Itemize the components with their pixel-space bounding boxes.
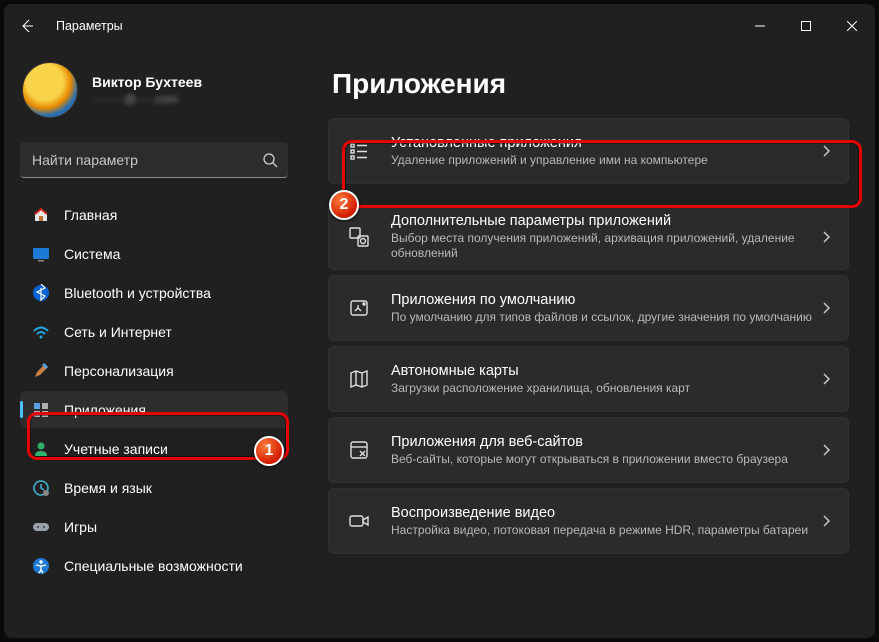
sidebar-item-a11y[interactable]: Специальные возможности — [20, 547, 288, 584]
minimize-button[interactable] — [737, 10, 783, 42]
chevron-right-icon — [822, 515, 830, 527]
sidebar-item-acct[interactable]: Учетные записи — [20, 430, 288, 467]
sidebar-item-label: Приложения — [64, 402, 146, 418]
titlebar: Параметры — [4, 4, 875, 48]
sidebar-item-label: Сеть и Интернет — [64, 324, 172, 340]
card-subtitle: Удаление приложений и управление ими на … — [391, 153, 822, 168]
arrow-left-icon — [19, 18, 35, 34]
account-icon — [32, 440, 50, 458]
card-subtitle: Настройка видео, потоковая передача в ре… — [391, 523, 822, 538]
sidebar-item-label: Главная — [64, 207, 117, 223]
card-subtitle: Загрузки расположение хранилища, обновле… — [391, 381, 822, 396]
chevron-right-icon — [822, 231, 830, 243]
settings-card-websites[interactable]: Приложения для веб-сайтов Веб-сайты, кото… — [328, 417, 849, 483]
chevron-right-icon — [822, 302, 830, 314]
back-button[interactable] — [4, 4, 50, 48]
search-icon — [262, 152, 278, 168]
close-button[interactable] — [829, 10, 875, 42]
list-icon — [345, 140, 373, 162]
card-title: Приложения для веб-сайтов — [391, 434, 822, 450]
home-icon — [32, 206, 50, 224]
settings-card-video[interactable]: Воспроизведение видео Настройка видео, по… — [328, 488, 849, 554]
card-title: Воспроизведение видео — [391, 505, 822, 521]
maximize-icon — [801, 21, 811, 31]
profile-section[interactable]: Виктор Бухтеев ········@····.com — [20, 48, 288, 136]
page-title: Приложения — [332, 68, 849, 100]
close-icon — [847, 21, 857, 31]
card-text: Приложения по умолчанию По умолчанию для … — [391, 292, 822, 325]
card-subtitle: Веб-сайты, которые могут открываться в п… — [391, 452, 822, 467]
chevron-right-icon — [822, 373, 830, 385]
sidebar-item-net[interactable]: Сеть и Интернет — [20, 313, 288, 350]
sidebar-item-home[interactable]: Главная — [20, 196, 288, 233]
card-title: Дополнительные параметры приложений — [391, 213, 822, 229]
sidebar-item-time[interactable]: Время и язык — [20, 469, 288, 506]
window-title: Параметры — [56, 19, 123, 33]
profile-name: Виктор Бухтеев — [92, 74, 202, 90]
game-icon — [32, 518, 50, 536]
card-title: Установленные приложения — [391, 135, 822, 151]
settings-card-advanced[interactable]: Дополнительные параметры приложений Выбор… — [328, 204, 849, 270]
sidebar-item-pers[interactable]: Персонализация — [20, 352, 288, 389]
video-icon — [345, 510, 373, 532]
system-icon — [32, 245, 50, 263]
settings-card-installed[interactable]: Установленные приложения Удаление приложе… — [328, 118, 849, 184]
sidebar: Виктор Бухтеев ········@····.com Главная… — [4, 48, 304, 638]
settings-window: Параметры Виктор Бухтеев ········@····.c… — [4, 4, 875, 638]
card-text: Воспроизведение видео Настройка видео, по… — [391, 505, 822, 538]
nav-list: Главная Система Bluetooth и устройства Сеть… — [20, 196, 288, 584]
sidebar-item-label: Персонализация — [64, 363, 174, 379]
sidebar-item-label: Игры — [64, 519, 97, 535]
card-title: Автономные карты — [391, 363, 822, 379]
map-icon — [345, 368, 373, 390]
a11y-icon — [32, 557, 50, 575]
card-title: Приложения по умолчанию — [391, 292, 822, 308]
sidebar-item-label: Учетные записи — [64, 441, 168, 457]
sidebar-item-label: Время и язык — [64, 480, 152, 496]
minimize-icon — [755, 21, 765, 31]
card-text: Дополнительные параметры приложений Выбор… — [391, 213, 822, 261]
chevron-right-icon — [822, 444, 830, 456]
defaults-icon — [345, 297, 373, 319]
clock-icon — [32, 479, 50, 497]
sidebar-item-label: Система — [64, 246, 120, 262]
window-controls — [737, 10, 875, 42]
sidebar-item-label: Bluetooth и устройства — [64, 285, 211, 301]
maximize-button[interactable] — [783, 10, 829, 42]
profile-email: ········@····.com — [92, 92, 202, 106]
wifi-icon — [32, 323, 50, 341]
search-box[interactable] — [20, 142, 288, 178]
settings-card-defaults[interactable]: Приложения по умолчанию По умолчанию для … — [328, 275, 849, 341]
search-input[interactable] — [32, 152, 262, 168]
card-text: Приложения для веб-сайтов Веб-сайты, кото… — [391, 434, 822, 467]
gear-icon — [345, 226, 373, 248]
sidebar-item-system[interactable]: Система — [20, 235, 288, 272]
sidebar-item-bt[interactable]: Bluetooth и устройства — [20, 274, 288, 311]
apps-icon — [32, 401, 50, 419]
brush-icon — [32, 362, 50, 380]
settings-card-maps[interactable]: Автономные карты Загрузки расположение хр… — [328, 346, 849, 412]
web-icon — [345, 439, 373, 461]
card-text: Автономные карты Загрузки расположение хр… — [391, 363, 822, 396]
card-subtitle: По умолчанию для типов файлов и ссылок, … — [391, 310, 822, 325]
card-subtitle: Выбор места получения приложений, архива… — [391, 231, 822, 261]
card-text: Установленные приложения Удаление приложе… — [391, 135, 822, 168]
bluetooth-icon — [32, 284, 50, 302]
sidebar-item-apps[interactable]: Приложения — [20, 391, 288, 428]
sidebar-item-label: Специальные возможности — [64, 558, 243, 574]
sidebar-item-game[interactable]: Игры — [20, 508, 288, 545]
avatar — [22, 62, 78, 118]
chevron-right-icon — [822, 145, 830, 157]
main-pane: Приложения Установленные приложения Удале… — [304, 48, 875, 638]
